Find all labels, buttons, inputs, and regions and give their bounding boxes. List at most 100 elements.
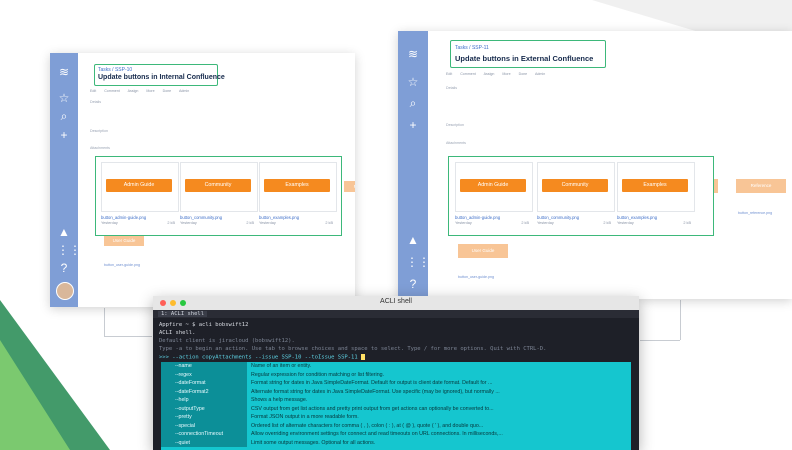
option-description: Name of an item or entity. xyxy=(251,363,312,369)
edit-button[interactable]: Edit xyxy=(446,72,452,76)
autocomplete-item[interactable]: --dateFormat Format string for dates in J… xyxy=(161,379,631,388)
search-icon[interactable]: ⌕ xyxy=(406,96,420,110)
apps-grid-icon[interactable]: ⋮⋮ xyxy=(406,255,430,269)
terminal-line: Default client is jiracloud (bobswift12)… xyxy=(159,338,295,344)
examples-button: Examples xyxy=(622,179,688,192)
option-name: --special xyxy=(161,421,247,430)
terminal-command-input[interactable]: >>> --action copyAttachments --issue SSP… xyxy=(159,354,365,361)
section-details[interactable]: Details xyxy=(446,86,457,90)
option-name: --dateFormat2 xyxy=(161,387,247,396)
option-name: --connectionTimeout xyxy=(161,430,247,439)
attachment-filename[interactable]: button_admin-guide.png xyxy=(455,215,500,220)
edit-button[interactable]: Edit xyxy=(90,89,96,93)
section-attachments[interactable]: Attachments xyxy=(90,146,110,150)
autocomplete-item[interactable]: --quiet Limit some output messages. Optio… xyxy=(161,438,631,447)
terminal-line: Appfire ~ $ acli bobswift12 xyxy=(159,322,249,328)
ghost-file-link[interactable]: button_user-guide.png xyxy=(458,275,494,279)
attachment-meta: Yesterday 2 kB xyxy=(180,221,256,225)
comment-button[interactable]: Comment xyxy=(104,89,120,93)
rocket-icon[interactable]: ▲ xyxy=(57,225,71,239)
option-name: --pretty xyxy=(161,413,247,422)
attachment-meta: Yesterday 2 kB xyxy=(259,221,335,225)
attachment-size: 2 kB xyxy=(683,221,691,225)
autocomplete-item[interactable]: --name Name of an item or entity. xyxy=(161,362,631,371)
attachment-meta: Yesterday 2 kB xyxy=(617,221,693,225)
option-description: Regular expression for condition matchin… xyxy=(251,371,385,378)
attachment-filename[interactable]: button_community.png xyxy=(180,215,222,220)
autocomplete-item[interactable]: --regex Regular expression for condition … xyxy=(161,370,631,379)
attachment-meta: Yesterday 2 kB xyxy=(455,221,531,225)
help-icon[interactable]: ? xyxy=(57,261,71,275)
attachment-filename[interactable]: button_examples.png xyxy=(259,215,299,220)
attachment-date: Yesterday xyxy=(101,221,118,225)
terminal-tab[interactable]: 1: ACLI shell xyxy=(158,311,208,317)
plus-icon[interactable]: + xyxy=(57,128,71,142)
issue-toolbar: Edit Comment Assign More Done Admin xyxy=(90,89,196,93)
option-description: CSV output from get list actions and pre… xyxy=(251,405,494,412)
assign-button[interactable]: Assign xyxy=(484,72,495,76)
assign-button[interactable]: Assign xyxy=(128,89,139,93)
attachment-filename[interactable]: button_examples.png xyxy=(617,215,657,220)
done-button[interactable]: Done xyxy=(163,89,172,93)
terminal-line: Type -a to begin an action. Use tab to b… xyxy=(159,346,547,352)
option-name: --outputType xyxy=(161,404,247,413)
apps-grid-icon[interactable]: ⋮⋮ xyxy=(57,243,81,257)
help-icon[interactable]: ? xyxy=(406,277,420,291)
breadcrumb[interactable]: Tasks / SSP-10 xyxy=(98,67,132,73)
autocomplete-item[interactable]: --outputType CSV output from get list act… xyxy=(161,404,631,413)
option-name: --dateFormat xyxy=(161,379,247,388)
terminal-titlebar[interactable]: ACLI shell xyxy=(153,296,639,310)
page-title: Update buttons in External Confluence xyxy=(455,54,594,63)
connector-line xyxy=(104,336,152,337)
terminal-line: ACLI shell. xyxy=(159,330,196,336)
option-name: --regex xyxy=(161,370,247,379)
plus-icon[interactable]: + xyxy=(406,118,420,132)
autocomplete-item[interactable]: --dateFormat2 Alternate format string for… xyxy=(161,387,631,396)
rocket-icon[interactable]: ▲ xyxy=(406,233,420,247)
breadcrumb[interactable]: Tasks / SSP-11 xyxy=(455,45,489,51)
ghost-file-link[interactable]: button_user-guide.png xyxy=(104,263,140,267)
section-attachments[interactable]: Attachments xyxy=(446,141,466,145)
more-button[interactable]: More xyxy=(502,72,510,76)
attachment-size: 2 kB xyxy=(521,221,529,225)
jira-logo-icon[interactable]: ≋ xyxy=(406,47,420,61)
autocomplete-item[interactable]: --connectionTimeout Allow overriding envi… xyxy=(161,430,631,439)
autocomplete-item[interactable]: --help Shows a help message. xyxy=(161,396,631,405)
section-description[interactable]: Description xyxy=(90,129,108,133)
option-description: Shows a help message. xyxy=(251,397,308,403)
admin-button[interactable]: Admin xyxy=(179,89,189,93)
attachment-size: 2 kB xyxy=(246,221,254,225)
option-description: Alternate format string for dates in Jav… xyxy=(251,388,500,395)
comment-button[interactable]: Comment xyxy=(460,72,476,76)
admin-button[interactable]: Admin xyxy=(535,72,545,76)
autocomplete-item[interactable]: --pretty Format JSON output in a more rea… xyxy=(161,413,631,422)
attachment-filename[interactable]: button_admin-guide.png xyxy=(101,215,146,220)
attachment-date: Yesterday xyxy=(617,221,634,225)
attachment-meta: Yesterday 2 kB xyxy=(101,221,177,225)
avatar[interactable] xyxy=(56,282,74,300)
search-icon[interactable]: ⌕ xyxy=(57,109,71,123)
jira-logo-icon[interactable]: ≋ xyxy=(57,65,71,79)
attachment-filename[interactable]: button_community.png xyxy=(537,215,579,220)
page-title: Update buttons in Internal Confluence xyxy=(98,74,225,81)
attachment-size: 2 kB xyxy=(325,221,333,225)
autocomplete-item[interactable]: --special Ordered list of alternate chara… xyxy=(161,421,631,430)
section-details[interactable]: Details xyxy=(90,100,101,104)
connector-line xyxy=(104,308,105,336)
done-button[interactable]: Done xyxy=(519,72,528,76)
more-button[interactable]: More xyxy=(146,89,154,93)
star-icon[interactable]: ☆ xyxy=(406,75,420,89)
background-decoration xyxy=(0,340,70,450)
star-icon[interactable]: ☆ xyxy=(57,91,71,105)
attachments-panel: Admin Guide button_admin-guide.png Yeste… xyxy=(448,156,714,236)
connector-line xyxy=(640,340,680,341)
ghost-file-link[interactable]: button_reference.png xyxy=(738,211,772,215)
ghost-button-user-guide: User Guide xyxy=(104,235,144,246)
option-description: Format JSON output in a more readable fo… xyxy=(251,414,359,420)
autocomplete-dropdown: --name Name of an item or entity. --regex… xyxy=(161,362,631,450)
terminal-title: ACLI shell xyxy=(380,298,412,305)
attachment-meta: Yesterday 2 kB xyxy=(537,221,613,225)
attachment-date: Yesterday xyxy=(455,221,472,225)
ghost-button-reference: Reference xyxy=(344,181,355,192)
section-description[interactable]: Description xyxy=(446,123,464,127)
